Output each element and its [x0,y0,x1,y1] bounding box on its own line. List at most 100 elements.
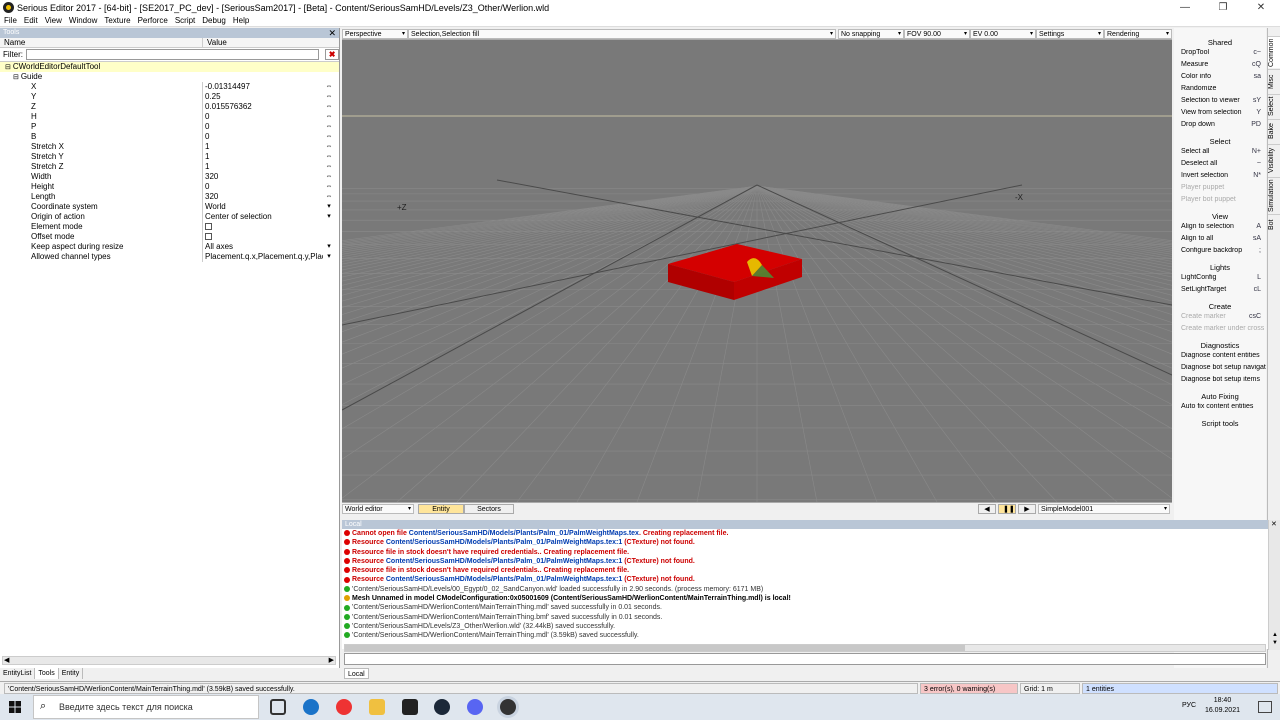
slider-arrows-icon[interactable]: ⇔ [323,132,335,142]
slider-arrows-icon[interactable]: ⇔ [323,82,335,92]
log-horizontal-scrollbar[interactable] [344,644,1266,652]
file-explorer-icon[interactable] [369,699,385,715]
property-row[interactable]: Allowed channel types Placement.q.x,Place… [0,252,339,262]
command-item[interactable]: Align to all sA [1181,235,1266,242]
log-vertical-scrollbar[interactable]: ✕ ▲ ▼ [1268,520,1280,650]
property-row[interactable]: Stretch Z 1 ⇔ [0,162,339,172]
property-value[interactable]: 0.015576362 [203,102,323,112]
model-dropdown[interactable]: SimpleModel001 ▾ [1038,504,1170,514]
tab-sectors-mode[interactable]: Sectors [464,504,514,514]
projection-dropdown[interactable]: Perspective ▾ [342,29,408,39]
menu-debug[interactable]: Debug [202,16,226,25]
property-row[interactable]: Stretch X 1 ⇔ [0,142,339,152]
property-value[interactable]: 320 [203,172,323,182]
command-item[interactable]: Diagnose content entities [1181,352,1266,359]
command-item[interactable]: SetLightTarget cL [1181,286,1266,293]
slider-arrows-icon[interactable]: ⇔ [323,162,335,172]
value-column-header[interactable]: Value [203,38,227,47]
tab-common[interactable]: Common [1268,36,1280,68]
name-column-header[interactable]: Name [0,38,203,47]
steam-icon[interactable] [434,699,450,715]
property-row[interactable]: Length 320 ⇔ [0,192,339,202]
property-value[interactable] [203,222,323,232]
property-row[interactable]: Height 0 ⇔ [0,182,339,192]
windows-start-icon[interactable] [9,701,21,713]
property-row[interactable]: Origin of action Center of selection ▾ [0,212,339,222]
property-value[interactable]: -0.01314497 [203,82,323,92]
slider-arrows-icon[interactable]: ⇔ [323,122,335,132]
property-value[interactable]: 1 [203,142,323,152]
command-item[interactable]: Player bot puppet [1181,196,1266,203]
menu-window[interactable]: Window [69,16,97,25]
property-value[interactable] [203,232,323,242]
menu-file[interactable]: File [4,16,17,25]
command-item[interactable]: Randomize [1181,85,1266,92]
tab-visibility[interactable]: Visibility [1268,144,1280,176]
command-item[interactable]: Color info sa [1181,73,1266,80]
property-value[interactable]: 0 [203,182,323,192]
command-item[interactable]: DropTool c~ [1181,49,1266,56]
tools-horizontal-scrollbar[interactable]: ◀ ▶ [2,656,336,665]
tab-bake[interactable]: Bake [1268,119,1280,143]
tab-entitylist[interactable]: EntityList [0,668,36,679]
store-icon[interactable] [402,699,418,715]
property-value[interactable]: 0 [203,122,323,132]
edge-browser-icon[interactable] [303,699,319,715]
prev-button[interactable]: ◀ [978,504,996,514]
slider-arrows-icon[interactable]: ⇔ [323,112,335,122]
group-row[interactable]: ⊟ Guide [0,72,339,82]
property-value[interactable]: 0 [203,132,323,142]
command-item[interactable]: Create marker under cross [1181,325,1266,332]
property-row[interactable]: Element mode [0,222,339,232]
slider-arrows-icon[interactable]: ⇔ [323,142,335,152]
property-row[interactable]: X -0.01314497 ⇔ [0,82,339,92]
tab-simulation[interactable]: Simulation [1268,177,1280,213]
command-item[interactable]: Drop down PD [1181,121,1266,128]
tab-local[interactable]: Local [344,668,369,679]
fov-dropdown[interactable]: FOV 90.00 ▾ [904,29,970,39]
dropdown-arrow-icon[interactable]: ▾ [323,212,335,222]
command-item[interactable]: Invert selection N* [1181,172,1266,179]
menu-script[interactable]: Script [175,16,195,25]
dropdown-arrow-icon[interactable]: ▾ [323,242,335,252]
slider-arrows-icon[interactable]: ⇔ [323,182,335,192]
slider-arrows-icon[interactable]: ⇔ [323,192,335,202]
discord-icon[interactable] [467,699,483,715]
command-item[interactable]: Align to selection A [1181,223,1266,230]
class-row[interactable]: ⊟ CWorldEditorDefaultTool [0,62,339,72]
command-item[interactable]: Diagnose bot setup items [1181,376,1266,383]
tab-entity-mode[interactable]: Entity [418,504,464,514]
property-value[interactable]: All axes [203,242,323,252]
slider-arrows-icon[interactable]: ⇔ [323,172,335,182]
task-view-icon[interactable] [270,699,286,715]
language-indicator[interactable]: РУС [1182,702,1196,709]
command-item[interactable]: Measure cQ [1181,61,1266,68]
property-row[interactable]: P 0 ⇔ [0,122,339,132]
maximize-button[interactable]: ❐ [1204,0,1242,15]
command-item[interactable]: Diagnose bot setup navigation [1181,364,1266,371]
dropdown-arrow-icon[interactable]: ▾ [323,252,335,262]
selection-dropdown[interactable]: Selection,Selection fill ▾ [408,29,836,39]
property-value[interactable]: 1 [203,152,323,162]
command-item[interactable]: Selection to viewer sY [1181,97,1266,104]
menu-edit[interactable]: Edit [24,16,38,25]
checkbox[interactable] [205,223,212,231]
clear-filter-button[interactable]: ✖ [325,49,339,60]
command-item[interactable]: LightConfig L [1181,274,1266,281]
minimize-button[interactable]: — [1166,0,1204,15]
command-item[interactable]: Player puppet [1181,184,1266,191]
3d-viewport[interactable]: +Z -X [342,40,1172,502]
rendering-dropdown[interactable]: Rendering ▾ [1104,29,1172,39]
slider-arrows-icon[interactable] [323,232,335,242]
property-row[interactable]: Stretch Y 1 ⇔ [0,152,339,162]
property-row[interactable]: B 0 ⇔ [0,132,339,142]
pause-button[interactable]: ❚❚ [998,504,1016,514]
dropdown-arrow-icon[interactable]: ▾ [323,202,335,212]
slider-arrows-icon[interactable] [323,222,335,232]
mode-dropdown[interactable]: World editor ▾ [342,504,414,514]
property-value[interactable]: Center of selection [203,212,323,222]
command-item[interactable]: Configure backdrop; [1181,247,1266,254]
command-input[interactable] [344,653,1266,665]
tools-close-icon[interactable]: ✕ [328,28,336,38]
property-row[interactable]: Keep aspect during resize All axes ▾ [0,242,339,252]
